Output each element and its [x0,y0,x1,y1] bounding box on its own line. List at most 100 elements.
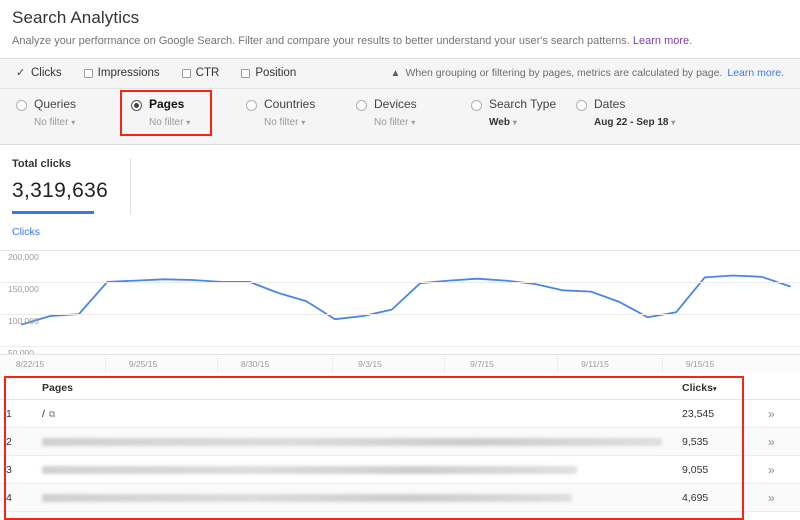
chart-x-separator [105,354,106,373]
table-cell-rank: 1 [0,399,36,429]
metric-clicks[interactable]: ✓ Clicks [16,67,62,79]
table-cell-clicks: 9,055 [676,455,762,485]
chart-svg [21,274,791,326]
chart-y-tick: 200,000 [8,251,39,262]
table-row[interactable]: 2 9,535 » [0,427,800,457]
table-cell-expand[interactable]: » [762,455,800,485]
total-clicks-underline [12,210,94,214]
chart-x-tick: 9/7/15 [470,358,494,369]
table-row[interactable]: 1/⧉ 23,545» [0,399,800,429]
column-more [762,375,800,401]
chart-x-separator [557,354,558,373]
table-row[interactable]: 3 9,055 » [0,455,800,485]
dimension-queries-filter[interactable]: No filter ▾ [34,117,76,128]
dimension-devices[interactable]: Devices No filter ▾ [356,96,471,128]
table-cell-rank: 4 [0,483,36,513]
external-link-icon[interactable]: ⧉ [49,409,55,419]
table-cell-clicks: 4,695 [676,483,762,513]
total-clicks-label: Total clicks [12,157,72,170]
chart-section: Clicks 200,000150,000100,00050,000 8/22/… [0,226,800,373]
pages-table: Pages Clicks▾ 1/⧉ 23,545» 2 9,535» 3 9,055» 4 4… [0,375,800,513]
dimension-devices-label: Devices [374,96,417,111]
table-cell-expand[interactable]: » [762,399,800,429]
page-path-text: / [42,407,45,420]
dimension-row: Queries No filter ▾ Pages No filter ▾ Co… [0,88,800,144]
radio-icon[interactable] [356,99,367,111]
table-cell-page[interactable] [36,455,676,485]
chart-x-tick: 8/30/15 [240,358,270,369]
dimension-countries-filter[interactable]: No filter ▾ [264,117,315,128]
dimension-queries-filter-text: No filter [34,116,69,128]
checkbox-icon[interactable] [241,68,251,78]
sort-descending-icon: ▾ [712,385,717,393]
page-description: Analyze your performance on Google Searc… [12,34,788,49]
chart-gridline [0,346,800,348]
table-header: Pages Clicks▾ [0,375,800,401]
dimension-devices-filter[interactable]: No filter ▾ [374,117,417,128]
learn-more-link-note[interactable]: Learn more [727,67,781,79]
chevron-double-right-icon[interactable]: » [768,435,775,449]
metric-ctr[interactable]: CTR [181,67,220,80]
chart-gridline [0,313,800,315]
page-description-text: Analyze your performance on Google Searc… [12,35,630,47]
table-cell-expand[interactable]: » [762,483,800,513]
dimension-search-type[interactable]: Search Type Web ▾ [471,96,576,128]
radio-icon[interactable] [246,99,257,111]
chevron-double-right-icon[interactable]: » [768,407,775,421]
chart-x-separator [332,354,333,373]
dimension-search-type-label: Search Type [489,96,557,111]
chart-x-tick: 9/15/15 [685,358,715,369]
column-rank [0,375,36,401]
table-row[interactable]: 4 4,695 » [0,483,800,513]
checkbox-icon[interactable] [83,68,93,78]
radio-icon-selected[interactable] [131,99,142,111]
totals-section: Total clicks 3,319,636 [0,145,800,214]
chart-x-tick: 8/22/15 [15,358,45,369]
table-header-row: Pages Clicks▾ [0,375,800,401]
radio-icon[interactable] [471,99,482,111]
table-cell-page[interactable] [36,483,676,513]
dimension-dates-filter[interactable]: Aug 22 - Sep 18 ▾ [594,117,675,128]
redacted-url [42,494,572,503]
dimension-countries-label: Countries [264,96,316,111]
column-clicks[interactable]: Clicks▾ [676,375,762,401]
metric-note-text: When grouping or filtering by pages, met… [405,67,723,80]
dimension-countries[interactable]: Countries No filter ▾ [246,96,356,128]
chevron-down-icon: ▾ [671,117,676,127]
radio-icon[interactable] [576,99,587,111]
column-pages[interactable]: Pages [36,375,676,401]
metric-note-period: . [781,67,784,80]
table-cell-expand[interactable]: » [762,427,800,457]
dimension-dates[interactable]: Dates Aug 22 - Sep 18 ▾ [576,97,716,128]
table-cell-clicks: 9,535 [676,427,762,457]
table-cell-page[interactable] [36,427,676,457]
check-icon: ✓ [16,66,26,79]
dimension-queries[interactable]: Queries No filter ▾ [16,96,131,128]
checkbox-icon[interactable] [181,68,191,78]
dimension-queries-label: Queries [34,96,77,111]
dimension-pages-filter[interactable]: No filter ▾ [149,117,190,128]
table-cell-page[interactable]: / ⧉ [36,399,676,429]
chart-x-separator [444,354,445,373]
learn-more-link-header[interactable]: Learn more [633,35,689,47]
chevron-double-right-icon[interactable]: » [768,463,775,477]
chevron-down-icon: ▾ [301,117,306,127]
redacted-url [42,466,577,475]
dimension-search-type-filter-text: Web [489,116,510,128]
clicks-line-chart[interactable]: 200,000150,000100,00050,000 [0,242,800,358]
dimension-countries-filter-text: No filter [264,116,299,128]
metric-position[interactable]: Position [241,67,296,79]
metric-impressions[interactable]: Impressions [83,67,160,79]
table-cell-rank: 3 [0,455,36,485]
chevron-down-icon: ▾ [512,117,517,127]
chevron-down-icon: ▾ [186,117,191,127]
metric-ctr-label: CTR [195,67,220,80]
chart-x-tick: 9/11/15 [581,358,609,369]
total-clicks-value: 3,319,636 [12,178,109,202]
chevron-double-right-icon[interactable]: » [768,491,775,505]
dimension-search-type-filter[interactable]: Web ▾ [489,117,556,128]
radio-icon[interactable] [16,99,27,111]
total-clicks-card[interactable]: Total clicks 3,319,636 [12,157,132,214]
chevron-down-icon: ▾ [411,117,416,127]
dimension-pages[interactable]: Pages No filter ▾ [131,97,246,128]
